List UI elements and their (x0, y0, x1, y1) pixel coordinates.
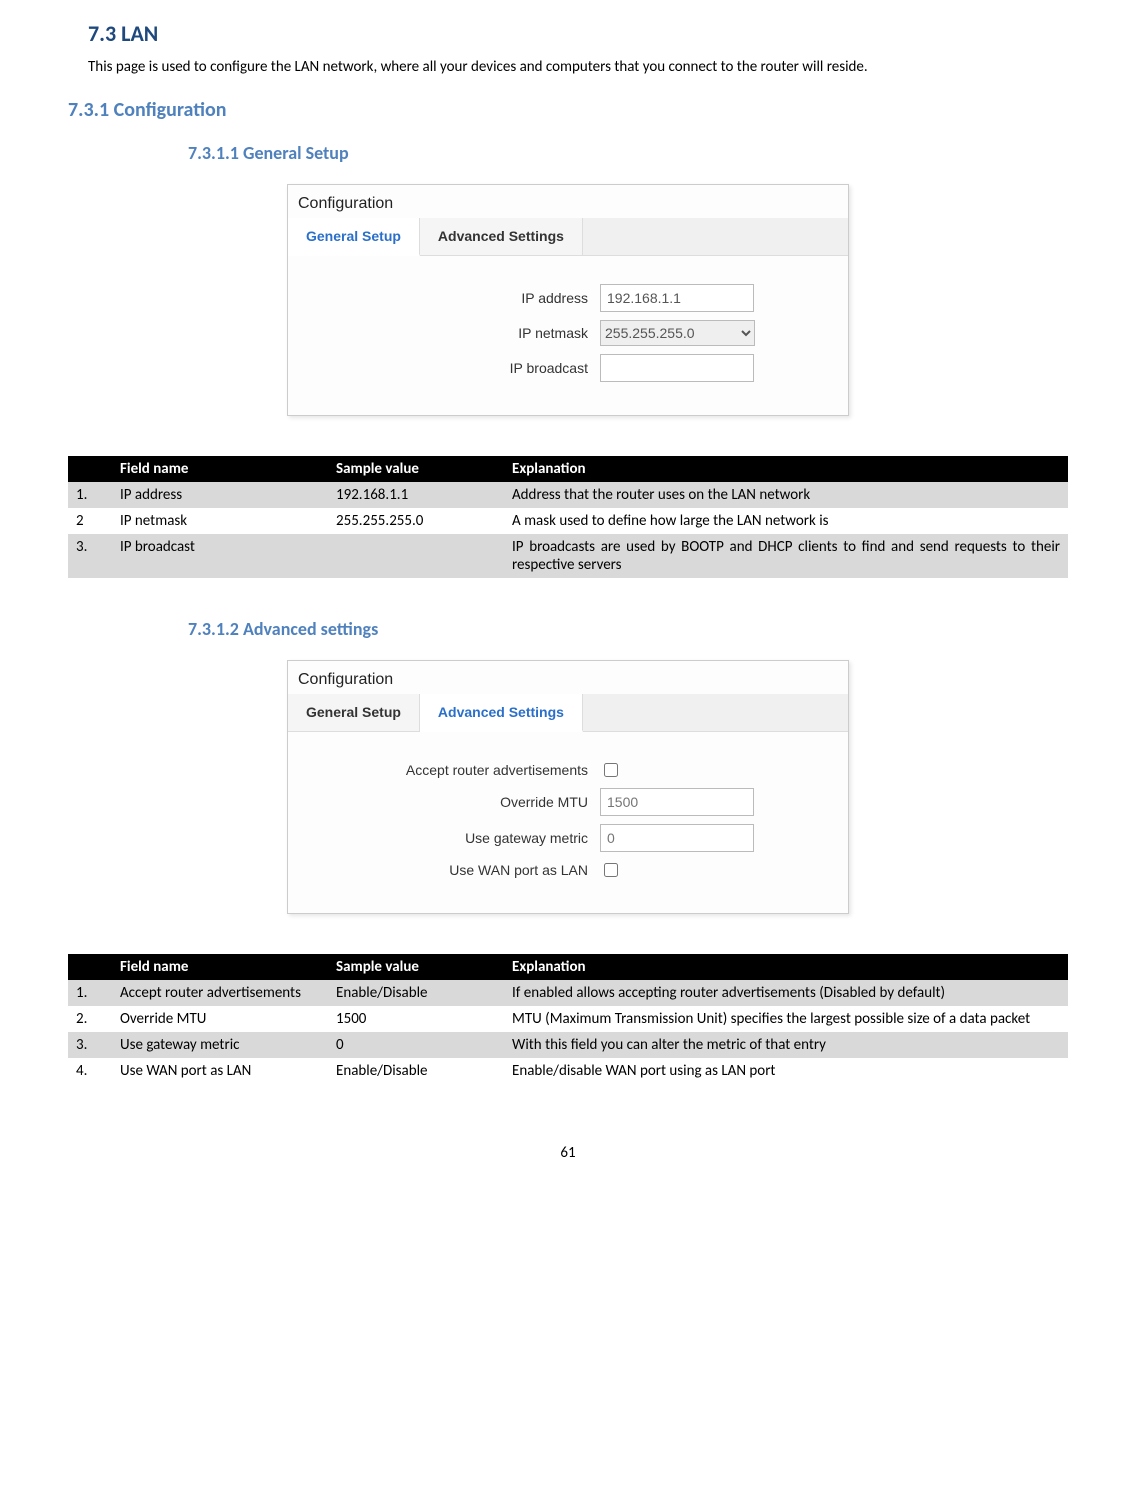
cell-explain: MTU (Maximum Transmission Unit) specifie… (504, 1006, 1068, 1032)
table-header-row: Field name Sample value Explanation (68, 954, 1068, 980)
label-wan-as-lan: Use WAN port as LAN (308, 862, 600, 878)
cell-num: 4. (68, 1058, 112, 1084)
page-number: 61 (68, 1144, 1068, 1162)
panel-title: Configuration (288, 661, 848, 694)
row-accept-ra: Accept router advertisements (308, 760, 828, 780)
heading-7-3-1-configuration: 7.3.1 Configuration (68, 98, 1068, 122)
th-explanation: Explanation (504, 954, 1068, 980)
table-row: 3. Use gateway metric 0 With this field … (68, 1032, 1068, 1058)
th-sample-value: Sample value (328, 456, 504, 482)
cell-name: Use gateway metric (112, 1032, 328, 1058)
cell-num: 1. (68, 482, 112, 508)
input-override-mtu[interactable] (600, 788, 754, 816)
cell-num: 2 (68, 508, 112, 534)
cell-sample: 1500 (328, 1006, 504, 1032)
cell-explain: If enabled allows accepting router adver… (504, 980, 1068, 1006)
cell-explain: IP broadcasts are used by BOOTP and DHCP… (504, 534, 1068, 578)
tab-row: General Setup Advanced Settings (288, 694, 848, 732)
input-ip-address[interactable] (600, 284, 754, 312)
cell-sample: 255.255.255.0 (328, 508, 504, 534)
th-sample-value: Sample value (328, 954, 504, 980)
input-gateway-metric[interactable] (600, 824, 754, 852)
checkbox-accept-ra[interactable] (604, 763, 618, 777)
th-field-name: Field name (112, 954, 328, 980)
row-ip-address: IP address (308, 284, 828, 312)
checkbox-wan-as-lan[interactable] (604, 863, 618, 877)
heading-7-3-lan: 7.3 LAN (68, 20, 1068, 47)
form-body: IP address IP netmask 255.255.255.0 IP b… (288, 256, 848, 415)
cell-sample: Enable/Disable (328, 1058, 504, 1084)
tab-advanced-settings[interactable]: Advanced Settings (420, 694, 583, 732)
label-ip-netmask: IP netmask (308, 325, 600, 341)
cell-name: IP broadcast (112, 534, 328, 578)
cell-name: Use WAN port as LAN (112, 1058, 328, 1084)
cell-sample: 192.168.1.1 (328, 482, 504, 508)
table-row: 1. Accept router advertisements Enable/D… (68, 980, 1068, 1006)
th-field-name: Field name (112, 456, 328, 482)
input-ip-broadcast[interactable] (600, 354, 754, 382)
label-ip-broadcast: IP broadcast (308, 360, 600, 376)
cell-name: IP address (112, 482, 328, 508)
cell-num: 2. (68, 1006, 112, 1032)
table-row: 2. Override MTU 1500 MTU (Maximum Transm… (68, 1006, 1068, 1032)
config-panel-general: Configuration General Setup Advanced Set… (287, 184, 849, 416)
th-num (68, 456, 112, 482)
cell-num: 3. (68, 534, 112, 578)
th-num (68, 954, 112, 980)
th-explanation: Explanation (504, 456, 1068, 482)
cell-explain: With this field you can alter the metric… (504, 1032, 1068, 1058)
row-ip-netmask: IP netmask 255.255.255.0 (308, 320, 828, 346)
table-row: 1. IP address 192.168.1.1 Address that t… (68, 482, 1068, 508)
heading-7-3-1-1-general-setup: 7.3.1.1 General Setup (188, 142, 1068, 164)
panel-title: Configuration (288, 185, 848, 218)
cell-name: Accept router advertisements (112, 980, 328, 1006)
label-override-mtu: Override MTU (308, 794, 600, 810)
table-advanced-settings-fields: Field name Sample value Explanation 1. A… (68, 954, 1068, 1084)
cell-name: Override MTU (112, 1006, 328, 1032)
tab-advanced-settings[interactable]: Advanced Settings (420, 218, 583, 255)
row-ip-broadcast: IP broadcast (308, 354, 828, 382)
cell-explain: Enable/disable WAN port using as LAN por… (504, 1058, 1068, 1084)
heading-7-3-1-2-advanced-settings: 7.3.1.2 Advanced settings (188, 618, 1068, 640)
row-wan-as-lan: Use WAN port as LAN (308, 860, 828, 880)
label-accept-ra: Accept router advertisements (308, 762, 600, 778)
table-general-setup-fields: Field name Sample value Explanation 1. I… (68, 456, 1068, 578)
form-body: Accept router advertisements Override MT… (288, 732, 848, 913)
cell-num: 1. (68, 980, 112, 1006)
table-row: 2 IP netmask 255.255.255.0 A mask used t… (68, 508, 1068, 534)
row-gateway-metric: Use gateway metric (308, 824, 828, 852)
cell-sample: Enable/Disable (328, 980, 504, 1006)
cell-name: IP netmask (112, 508, 328, 534)
label-gateway-metric: Use gateway metric (308, 830, 600, 846)
cell-explain: Address that the router uses on the LAN … (504, 482, 1068, 508)
cell-sample: 0 (328, 1032, 504, 1058)
row-override-mtu: Override MTU (308, 788, 828, 816)
label-ip-address: IP address (308, 290, 600, 306)
cell-num: 3. (68, 1032, 112, 1058)
intro-paragraph: This page is used to configure the LAN n… (88, 57, 1068, 78)
cell-sample (328, 534, 504, 578)
tab-general-setup[interactable]: General Setup (288, 694, 420, 731)
config-panel-advanced: Configuration General Setup Advanced Set… (287, 660, 849, 914)
cell-explain: A mask used to define how large the LAN … (504, 508, 1068, 534)
table-row: 3. IP broadcast IP broadcasts are used b… (68, 534, 1068, 578)
tab-row: General Setup Advanced Settings (288, 218, 848, 256)
tab-general-setup[interactable]: General Setup (288, 218, 420, 256)
select-ip-netmask[interactable]: 255.255.255.0 (600, 320, 755, 346)
table-row: 4. Use WAN port as LAN Enable/Disable En… (68, 1058, 1068, 1084)
table-header-row: Field name Sample value Explanation (68, 456, 1068, 482)
